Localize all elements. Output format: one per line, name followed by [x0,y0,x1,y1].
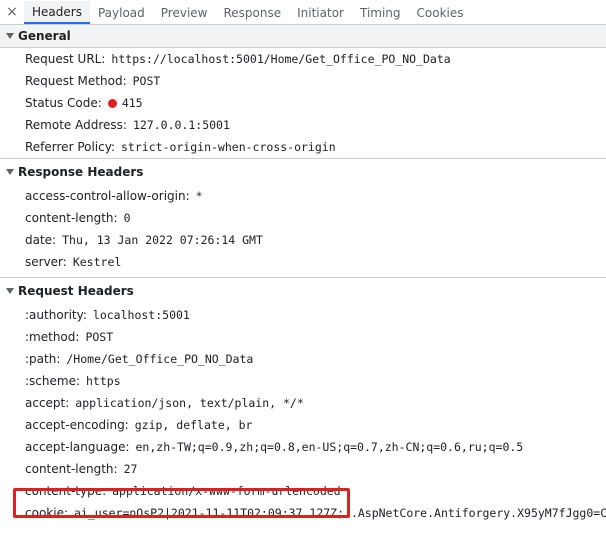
response-headers-section: access-control-allow-origin: * content-l… [0,185,606,273]
header-value: Kestrel [72,255,122,269]
header-value: 27 [123,462,138,476]
header-value: https://localhost:5001/Home/Get_Office_P… [111,52,451,66]
section-title: General [18,29,71,43]
tab-initiator[interactable]: Initiator [289,1,352,24]
general-section-header[interactable]: General [0,25,606,48]
header-row: date: Thu, 13 Jan 2022 07:26:14 GMT [0,229,606,251]
header-key: :authority: [25,308,87,322]
header-key: Status Code: [25,96,102,110]
header-key: Request URL: [25,52,106,66]
header-row: Referrer Policy: strict-origin-when-cros… [0,136,606,158]
header-row: accept-encoding: gzip, deflate, br [0,414,606,436]
header-row: cookie: ai_user=nOsP2|2021-11-11T02:09:3… [0,502,606,524]
header-key: content-type: [25,484,107,498]
header-row: :scheme: https [0,370,606,392]
tab-headers[interactable]: Headers [24,1,90,24]
header-value: gzip, deflate, br [134,418,253,432]
header-key: :scheme: [25,374,80,388]
header-row: content-length: 0 [0,207,606,229]
header-value: 127.0.0.1:5001 [132,118,230,132]
header-key: content-length: [25,211,118,225]
devtools-tabbar: × Headers Payload Preview Response Initi… [0,0,606,25]
collapse-triangle-icon [6,169,14,175]
header-key: server: [25,255,67,269]
header-value: POST [85,330,114,344]
header-key: Referrer Policy: [25,140,115,154]
header-value: * [195,189,203,203]
header-row: :authority: localhost:5001 [0,304,606,326]
header-row: server: Kestrel [0,251,606,273]
header-row: Request Method: POST [0,70,606,92]
header-value: Thu, 13 Jan 2022 07:26:14 GMT [62,233,263,247]
header-value: ai_user=nOsP2|2021-11-11T02:09:37.127Z; … [74,506,606,520]
header-key: Remote Address: [25,118,127,132]
header-row: :path: /Home/Get_Office_PO_NO_Data [0,348,606,370]
tab-payload[interactable]: Payload [90,1,153,24]
header-value: localhost:5001 [92,308,190,322]
header-key: access-control-allow-origin: [25,189,190,203]
header-value: application/x-www-form-urlencoded [112,484,341,498]
header-key: :path: [25,352,61,366]
tab-cookies[interactable]: Cookies [409,1,472,24]
status-code-value: 415 [121,96,143,110]
request-headers-section: :authority: localhost:5001 :method: POST… [0,304,606,524]
header-value: 0 [123,211,131,225]
tab-response[interactable]: Response [215,1,289,24]
header-row: Request URL: https://localhost:5001/Home… [0,48,606,70]
header-row: accept: application/json, text/plain, */… [0,392,606,414]
header-row: Remote Address: 127.0.0.1:5001 [0,114,606,136]
header-key: date: [25,233,57,247]
header-row: access-control-allow-origin: * [0,185,606,207]
response-headers-section-header[interactable]: Response Headers [0,159,606,185]
header-key: accept-encoding: [25,418,129,432]
header-value: en,zh-TW;q=0.9,zh;q=0.8,en-US;q=0.7,zh-C… [135,440,524,454]
header-key: content-length: [25,462,118,476]
close-icon[interactable]: × [0,0,24,24]
section-title: Response Headers [18,165,144,179]
collapse-triangle-icon [6,33,14,39]
header-row: accept-language: en,zh-TW;q=0.9,zh;q=0.8… [0,436,606,458]
header-key: accept-language: [25,440,130,454]
header-value: strict-origin-when-cross-origin [121,140,336,154]
header-value: /Home/Get_Office_PO_NO_Data [66,352,254,366]
status-error-icon [107,98,117,108]
tab-preview[interactable]: Preview [153,1,216,24]
general-section: Request URL: https://localhost:5001/Home… [0,48,606,158]
content-type-row: content-type: application/x-www-form-url… [0,480,606,502]
header-value: POST [132,74,161,88]
header-row: :method: POST [0,326,606,348]
request-headers-section-header[interactable]: Request Headers [0,278,606,304]
collapse-triangle-icon [6,288,14,294]
header-key: Request Method: [25,74,127,88]
tab-timing[interactable]: Timing [352,1,409,24]
header-row: Status Code: 415 [0,92,606,114]
header-value: application/json, text/plain, */* [75,396,304,410]
header-row: content-length: 27 [0,458,606,480]
section-title: Request Headers [18,284,134,298]
header-key: :method: [25,330,80,344]
header-value: https [86,374,121,388]
header-key: accept: [25,396,70,410]
header-key: cookie: [25,506,68,520]
